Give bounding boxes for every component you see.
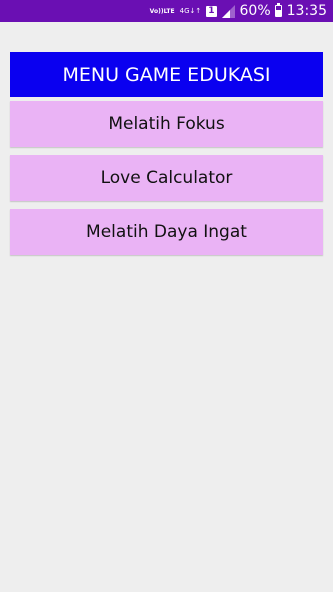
melatih-fokus-button[interactable]: Melatih Fokus — [10, 101, 323, 147]
melatih-daya-ingat-button[interactable]: Melatih Daya Ingat — [10, 209, 323, 255]
main-content: MENU GAME EDUKASI Melatih Fokus Love Cal… — [0, 22, 333, 255]
volte-icon: Vo)) LTE — [149, 7, 175, 15]
clock-time: 13:35 — [286, 3, 327, 19]
love-calculator-button[interactable]: Love Calculator — [10, 155, 323, 201]
status-bar: Vo)) LTE 4G ↓↑ 1 60% 13:35 — [0, 0, 333, 22]
page-title: MENU GAME EDUKASI — [10, 52, 323, 97]
battery-percent: 60% — [239, 3, 271, 19]
battery-icon — [271, 3, 282, 17]
sim-slot-icon: 1 — [206, 5, 217, 17]
network-type-icon: 4G ↓↑ — [179, 7, 202, 15]
signal-strength-icon — [221, 4, 235, 18]
